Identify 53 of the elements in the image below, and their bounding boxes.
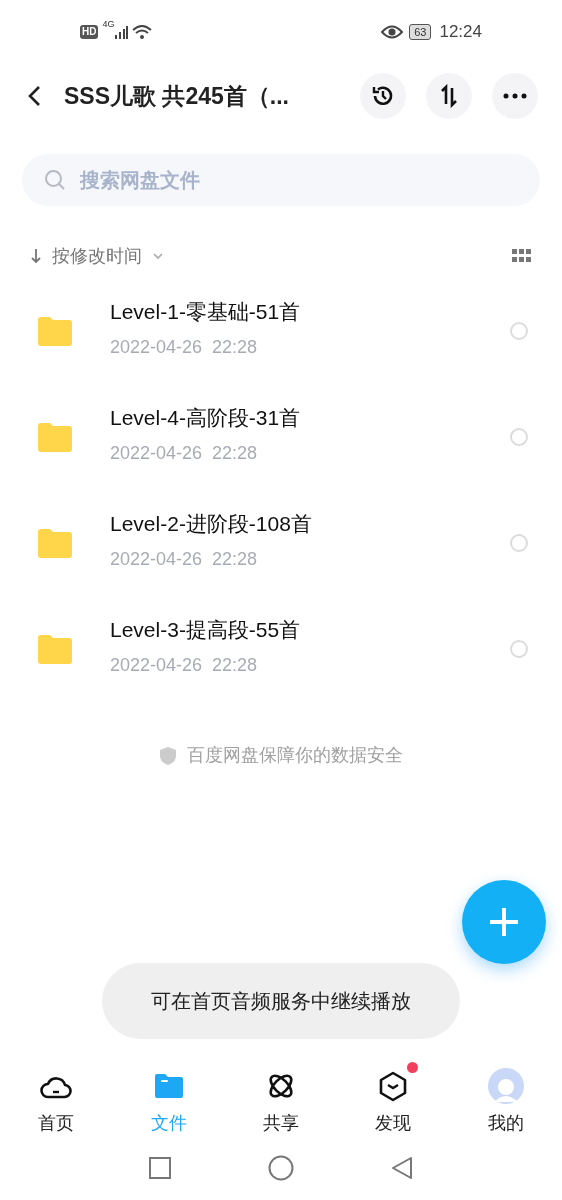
folder-row[interactable]: Level-4-高阶段-31首 2022-04-26 22:28: [0, 384, 562, 490]
security-note: 百度网盘保障你的数据安全: [187, 744, 403, 767]
shield-icon: [159, 745, 177, 766]
nav-tab[interactable]: 首页: [0, 1058, 113, 1137]
folder-row[interactable]: Level-2-进阶段-108首 2022-04-26 22:28: [0, 490, 562, 596]
arrow-down-icon: [30, 247, 42, 265]
folder-name: Level-1-零基础-51首: [110, 299, 302, 325]
hd-indicator: HD: [80, 25, 99, 39]
select-radio[interactable]: [510, 428, 528, 446]
wifi-icon: [132, 24, 153, 40]
select-radio[interactable]: [510, 640, 528, 658]
nav-tab[interactable]: 发现: [337, 1058, 450, 1137]
sort-dropdown[interactable]: 按修改时间: [30, 242, 164, 270]
signal-icon: [114, 25, 129, 39]
chevron-icon: [152, 252, 164, 260]
folder-title: SSS儿歌 共245首（...: [64, 81, 289, 111]
search-icon: [44, 169, 66, 191]
select-radio[interactable]: [510, 534, 528, 552]
folder-icon: [38, 316, 72, 346]
avatar-icon: [487, 1068, 524, 1104]
back-nav-icon[interactable]: [390, 1156, 414, 1180]
status-time: 12:24: [439, 21, 482, 44]
grid-view-icon[interactable]: [512, 249, 532, 263]
search-field[interactable]: 搜索网盘文件: [22, 154, 540, 206]
folder-name: Level-2-进阶段-108首: [110, 511, 313, 537]
battery-indicator: 63: [409, 24, 432, 40]
history-button[interactable]: [360, 73, 406, 119]
plus-icon: [488, 906, 520, 938]
folder-row[interactable]: Level-3-提高段-55首 2022-04-26 22:28: [0, 596, 562, 702]
folder-date: 2022-04-26 22:28: [110, 653, 259, 677]
add-button[interactable]: [462, 880, 546, 964]
home-icon[interactable]: [268, 1155, 294, 1181]
toast-message: 可在首页音频服务中继续播放: [102, 963, 460, 1039]
network-type: 4G: [102, 20, 115, 29]
cube-icon: [378, 1070, 409, 1102]
nav-tab[interactable]: 我的: [449, 1058, 562, 1137]
folder-name: Level-3-提高段-55首: [110, 617, 302, 643]
nav-tab[interactable]: 共享: [224, 1058, 338, 1137]
folder-icon: [38, 528, 72, 558]
folder-date: 2022-04-26 22:28: [110, 335, 259, 359]
more-button[interactable]: [492, 73, 538, 119]
folder-icon: [152, 1072, 185, 1100]
folder-date: 2022-04-26 22:28: [110, 441, 259, 465]
folder-icon: [38, 422, 72, 452]
recents-icon[interactable]: [148, 1156, 172, 1180]
eye-icon: [381, 25, 404, 39]
folder-icon: [38, 634, 72, 664]
sort-order-button[interactable]: [426, 73, 472, 119]
folder-row[interactable]: Level-1-零基础-51首 2022-04-26 22:28: [0, 278, 562, 384]
more-icon: [503, 93, 527, 99]
select-radio[interactable]: [510, 322, 528, 340]
folder-date: 2022-04-26 22:28: [110, 547, 259, 571]
folder-name: Level-4-高阶段-31首: [110, 405, 302, 431]
